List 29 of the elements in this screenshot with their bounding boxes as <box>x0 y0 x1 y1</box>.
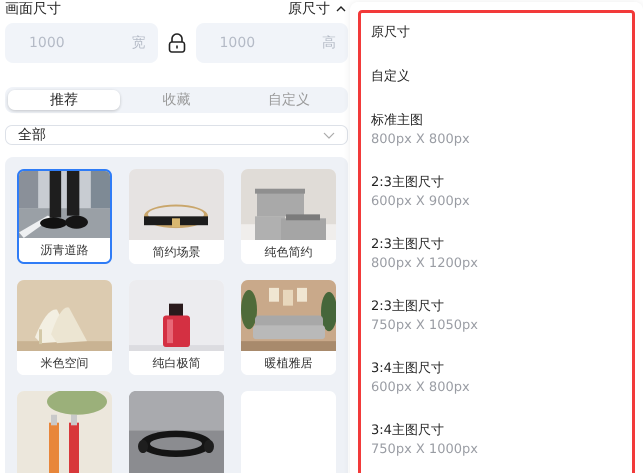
scene-card[interactable]: 纯色简约 <box>241 169 336 264</box>
menu-item[interactable]: 2:3主图尺寸 <box>371 299 632 315</box>
lock-icon[interactable] <box>168 33 186 53</box>
size-text: 750px X 1000px <box>371 441 479 459</box>
unit-label: 宽 <box>132 34 146 52</box>
size-text: 750px X 1050px <box>371 317 479 335</box>
size-preset-toggle[interactable]: 原尺寸 <box>288 0 346 18</box>
chevron-down-icon <box>323 132 335 138</box>
size-text: 800px X 800px <box>371 131 471 149</box>
size-text: 600px X 800px <box>371 379 471 397</box>
unit-label: 高 <box>322 34 336 52</box>
menu-item[interactable]: 原尺寸 <box>371 25 632 41</box>
chevron-icon <box>336 6 346 12</box>
menu-item[interactable]: 标准主图 <box>371 113 632 129</box>
menu-item[interactable]: 自定义 <box>371 69 632 85</box>
menu-item[interactable]: 3:4主图尺寸 <box>371 361 632 377</box>
size-text: 800px X 1200px <box>371 255 479 273</box>
tab[interactable]: 推荐 <box>8 90 120 110</box>
scene-card[interactable]: 沥青道路 <box>17 169 112 264</box>
section-title: 画面尺寸 <box>5 0 61 18</box>
scene-card[interactable]: 暖植雅居 <box>241 280 336 375</box>
scene-card[interactable]: 米色空间 <box>17 280 112 375</box>
scene-card[interactable]: 纯白极简 <box>129 280 224 375</box>
scene-card[interactable]: 简约场景 <box>129 169 224 264</box>
category-select[interactable]: 全部 <box>5 125 348 145</box>
size-text: 600px X 900px <box>371 193 471 211</box>
menu-item[interactable]: 2:3主图尺寸 <box>371 175 632 191</box>
menu-item[interactable]: 2:3主图尺寸 <box>371 237 632 253</box>
menu-item[interactable]: 3:4主图尺寸 <box>371 423 632 439</box>
